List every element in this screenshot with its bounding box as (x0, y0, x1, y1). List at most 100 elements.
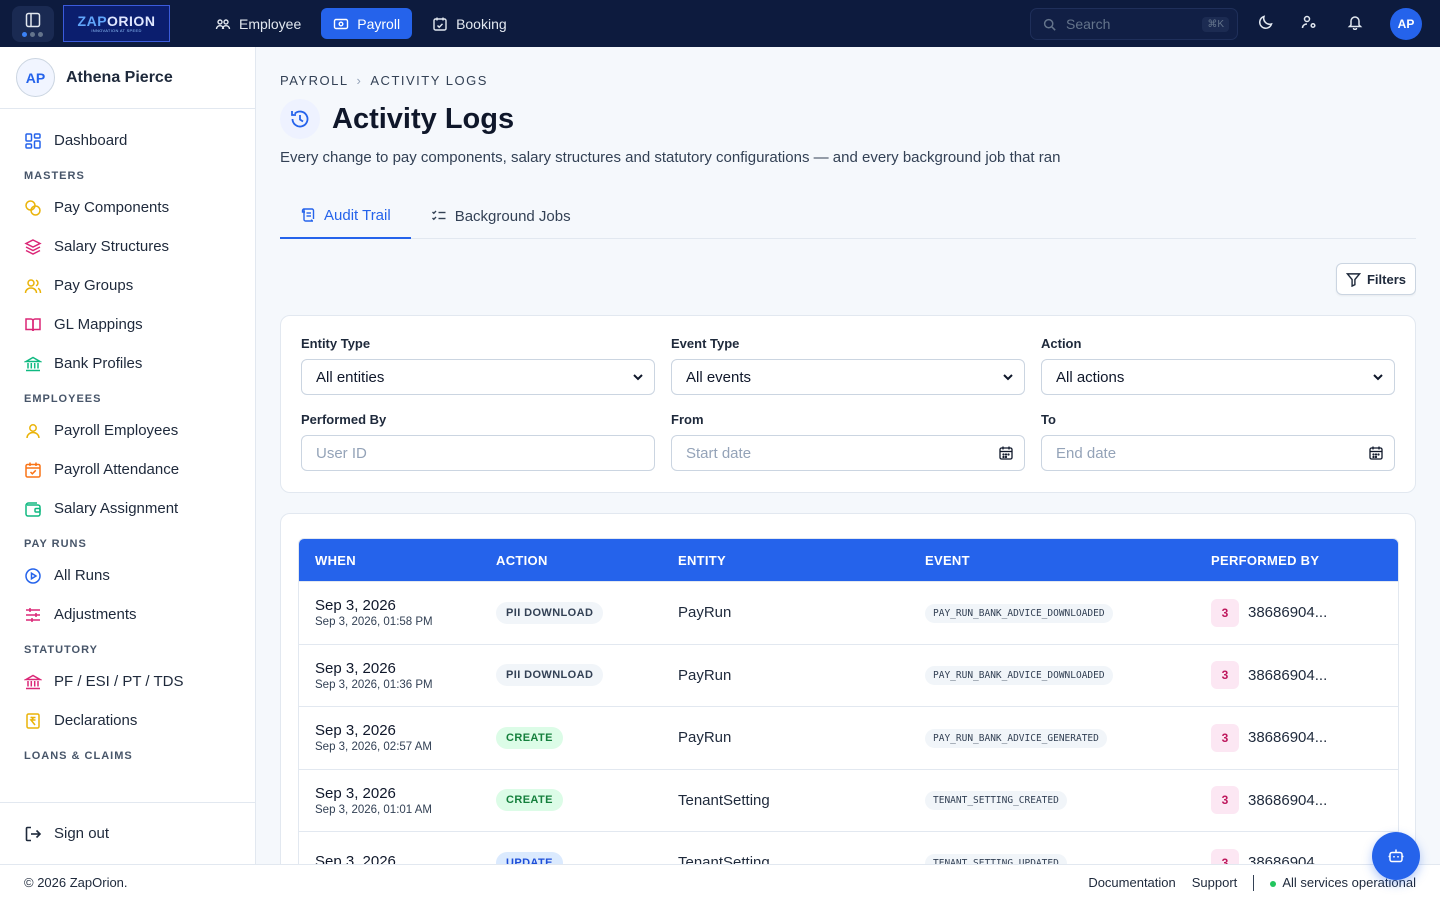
column-header-action[interactable]: ACTION (496, 553, 678, 568)
column-header-event[interactable]: EVENT (925, 553, 1211, 568)
field-label: From (671, 412, 704, 427)
table-row[interactable]: Sep 3, 2026 UPDATE TenantSetting TENANT_… (299, 831, 1398, 864)
cell-entity: TenantSetting (678, 854, 770, 864)
page-title: Activity Logs (332, 102, 515, 135)
event-type-select[interactable]: All events (671, 359, 1025, 395)
sidebar-item-label: Payroll Attendance (54, 461, 180, 478)
cell-performed-by: 3 38686904... (1211, 848, 1398, 864)
action-select[interactable]: All actions (1041, 359, 1395, 395)
list-checks-icon (431, 210, 446, 221)
sidebar-item-adjustments[interactable]: Adjustments (0, 595, 255, 634)
column-header-entity[interactable]: ENTITY (678, 553, 925, 568)
filters-button[interactable]: Filters (1336, 263, 1416, 295)
cell-performed-by: 3 38686904... (1211, 723, 1398, 752)
sidebar-item-payroll-attendance[interactable]: Payroll Attendance (0, 450, 255, 489)
performer-avatar: 3 (1211, 661, 1239, 690)
avatar: AP (16, 58, 55, 97)
sidebar-item-salary-assignment[interactable]: Salary Assignment (0, 489, 255, 528)
search-shortcut: ⌘K (1202, 16, 1229, 32)
sidebar-nav[interactable]: Dashboard MASTERS Pay Components Salary … (0, 109, 255, 801)
chevron-down-icon (1003, 374, 1013, 381)
cell-entity: PayRun (678, 729, 732, 747)
sidebar-panel-icon (25, 12, 41, 28)
select-value: All actions (1056, 368, 1125, 386)
bank-icon (24, 356, 42, 371)
table-row[interactable]: Sep 3, 2026 Sep 3, 2026, 01:36 PM PII DO… (299, 643, 1398, 706)
search-icon (1043, 18, 1056, 31)
rupee-receipt-icon (26, 712, 40, 729)
from-date-input[interactable]: Start date (671, 435, 1025, 471)
layers-icon (24, 238, 42, 255)
sidebar-item-pay-groups[interactable]: Pay Groups (0, 266, 255, 305)
input-placeholder: End date (1056, 444, 1117, 462)
sidebar-item-all-runs[interactable]: All Runs (0, 556, 255, 595)
field-label: Performed By (301, 412, 387, 427)
sidebar-item-declarations[interactable]: Declarations (0, 701, 255, 740)
support-link[interactable]: Support (1192, 875, 1238, 890)
top-nav-employee[interactable]: Employee (203, 8, 313, 39)
bot-icon (1388, 849, 1404, 863)
table-row[interactable]: Sep 3, 2026 Sep 3, 2026, 01:58 PM PII DO… (299, 581, 1398, 644)
table-row[interactable]: Sep 3, 2026 Sep 3, 2026, 01:01 AM CREATE… (299, 768, 1398, 831)
column-header-performed-by[interactable]: PERFORMED BY (1211, 553, 1398, 568)
entity-type-select[interactable]: All entities (301, 359, 655, 395)
performer-id: 38686904... (1248, 604, 1328, 622)
sidebar-item-salary-structures[interactable]: Salary Structures (0, 227, 255, 266)
documentation-link[interactable]: Documentation (1088, 875, 1175, 890)
to-date-input[interactable]: End date (1041, 435, 1395, 471)
moon-icon[interactable] (1258, 14, 1274, 30)
sidebar-user[interactable]: AP Athena Pierce (0, 47, 255, 109)
event-code: PAY_RUN_BANK_ADVICE_DOWNLOADED (925, 603, 1113, 623)
page-header: Activity Logs (280, 99, 514, 139)
cell-event: PAY_RUN_BANK_ADVICE_GENERATED (925, 728, 1211, 748)
table-row[interactable]: Sep 3, 2026 Sep 3, 2026, 02:57 AM CREATE… (299, 706, 1398, 769)
user-avatar[interactable]: AP (1390, 8, 1422, 40)
status-dot-icon (1270, 881, 1277, 887)
calendar-icon[interactable] (1368, 445, 1384, 461)
global-search[interactable]: Search ⌘K (1030, 8, 1238, 40)
calendar-icon (433, 17, 447, 31)
tab-audit-trail[interactable]: Audit Trail (280, 193, 411, 239)
app-logo[interactable]: ZAPORION INNOVATION AT SPEED (63, 5, 170, 42)
sidebar-item-dashboard[interactable]: Dashboard (0, 121, 255, 160)
logo-tagline: INNOVATION AT SPEED (91, 28, 142, 33)
performed-by-field: Performed By User ID (301, 412, 655, 471)
top-nav-payroll[interactable]: Payroll (321, 8, 413, 39)
sidebar-item-pay-components[interactable]: Pay Components (0, 188, 255, 227)
event-code: TENANT_SETTING_UPDATED (925, 853, 1067, 864)
sidebar-item-gl-mappings[interactable]: GL Mappings (0, 305, 255, 344)
history-icon (280, 99, 320, 139)
when-date: Sep 3, 2026 (315, 659, 396, 677)
sidebar-item-pf-esi-pt-tds[interactable]: PF / ESI / PT / TDS (0, 662, 255, 701)
cell-entity: PayRun (678, 604, 732, 622)
assistant-bot-button[interactable] (1372, 832, 1420, 880)
calendar-check-icon (25, 462, 41, 478)
user-group-icon (24, 278, 42, 293)
sidebar-item-label: Declarations (54, 712, 138, 729)
bell-icon[interactable] (1347, 14, 1363, 30)
sidebar-item-bank-profiles[interactable]: Bank Profiles (0, 344, 255, 383)
filter-icon (1345, 272, 1361, 287)
sign-out-button[interactable]: Sign out (0, 802, 255, 864)
chevron-down-icon (1373, 374, 1383, 381)
sidebar-toggle-button[interactable] (12, 6, 54, 42)
action-badge: CREATE (496, 789, 563, 812)
calendar-icon[interactable] (998, 445, 1014, 461)
chevron-right-icon: › (356, 73, 363, 88)
cell-performed-by: 3 38686904... (1211, 598, 1398, 627)
performer-id: 38686904... (1248, 729, 1328, 747)
tab-background-jobs[interactable]: Background Jobs (411, 193, 591, 239)
field-label: Event Type (671, 336, 740, 351)
performed-by-input[interactable]: User ID (301, 435, 655, 471)
to-date-field: To End date (1041, 412, 1395, 471)
event-type-field: Event Type All events (671, 336, 1025, 395)
input-placeholder: Start date (686, 444, 752, 462)
when-date: Sep 3, 2026 (315, 722, 396, 740)
user-settings-icon[interactable] (1301, 14, 1317, 30)
filters-label: Filters (1366, 271, 1406, 287)
column-header-when[interactable]: WHEN (299, 553, 496, 568)
sidebar-item-payroll-employees[interactable]: Payroll Employees (0, 411, 255, 450)
sliders-icon (26, 607, 40, 622)
top-nav-booking[interactable]: Booking (420, 8, 519, 39)
breadcrumb-payroll[interactable]: PAYROLL (280, 73, 349, 88)
